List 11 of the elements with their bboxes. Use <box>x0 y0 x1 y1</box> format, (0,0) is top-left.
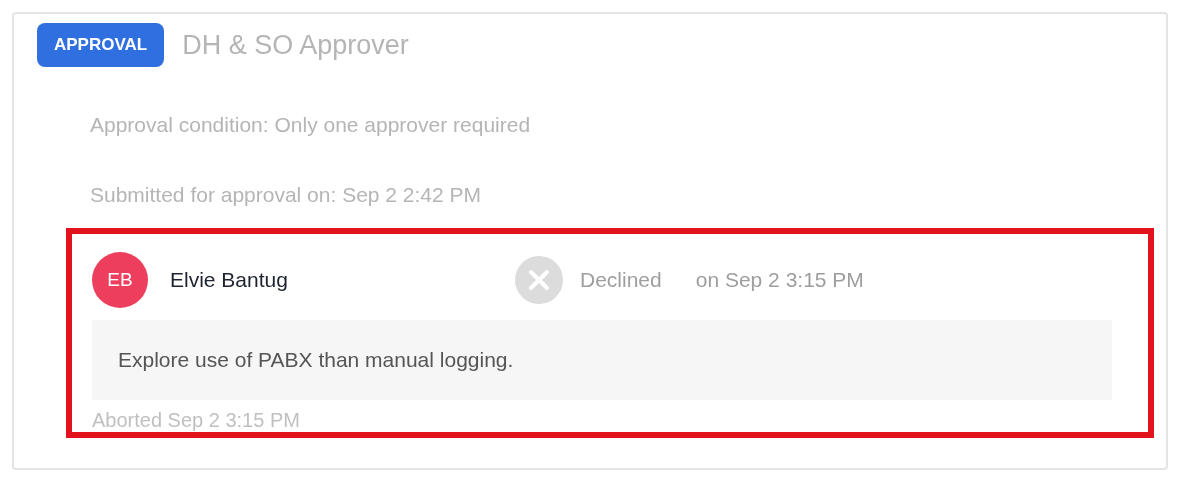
approval-badge: APPROVAL <box>37 23 165 67</box>
close-circle-icon <box>514 255 564 305</box>
response-time: on Sep 2 3:15 PM <box>695 267 864 294</box>
approver-name: Elvie Bantug <box>170 267 289 294</box>
submitted-date: Submitted for approval on: Sep 2 2:42 PM <box>90 181 483 208</box>
comment-text: Explore use of PABX than manual logging. <box>118 347 514 374</box>
step-title: DH & SO Approver <box>182 28 409 62</box>
approval-condition: Approval condition: Only one approver required <box>90 112 532 138</box>
avatar: EB <box>92 252 148 308</box>
aborted-date: Aborted Sep 2 3:15 PM <box>92 408 301 432</box>
status-label: Declined <box>580 267 662 294</box>
